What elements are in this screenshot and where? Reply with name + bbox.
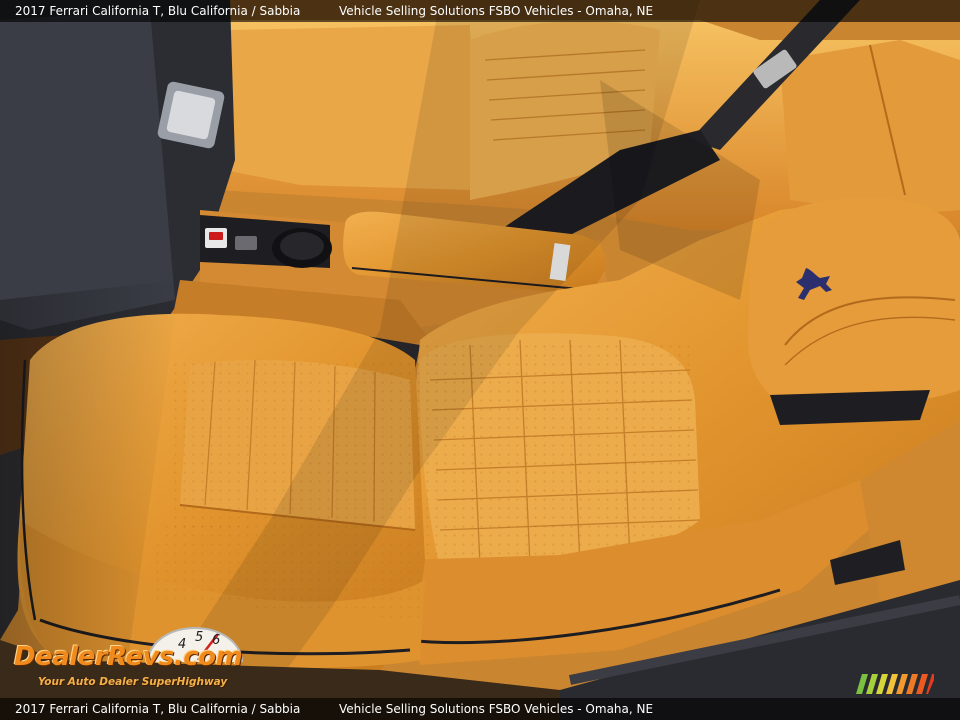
dealer-caption: Vehicle Selling Solutions FSBO Vehicles … [339, 4, 654, 18]
logo-wordmark: DealerRevs.com [14, 642, 243, 672]
photo-frame: 4 5 6 DealerRevs.com Your Auto Dealer Su… [0, 0, 960, 720]
caption-bar-top: 2017 Ferrari California T, Blu Californi… [0, 0, 960, 22]
caption-bar-bottom: 2017 Ferrari California T, Blu Californi… [0, 698, 960, 720]
speed-stripes-icon [856, 674, 934, 694]
dealer-caption: Vehicle Selling Solutions FSBO Vehicles … [339, 702, 654, 716]
interior-photo [0, 0, 960, 720]
vehicle-caption: 2017 Ferrari California T, Blu Californi… [15, 702, 301, 716]
dealer-logo: 4 5 6 DealerRevs.com Your Auto Dealer Su… [12, 624, 262, 694]
logo-tagline: Your Auto Dealer SuperHighway [38, 676, 228, 688]
vehicle-caption: 2017 Ferrari California T, Blu Californi… [15, 4, 301, 18]
